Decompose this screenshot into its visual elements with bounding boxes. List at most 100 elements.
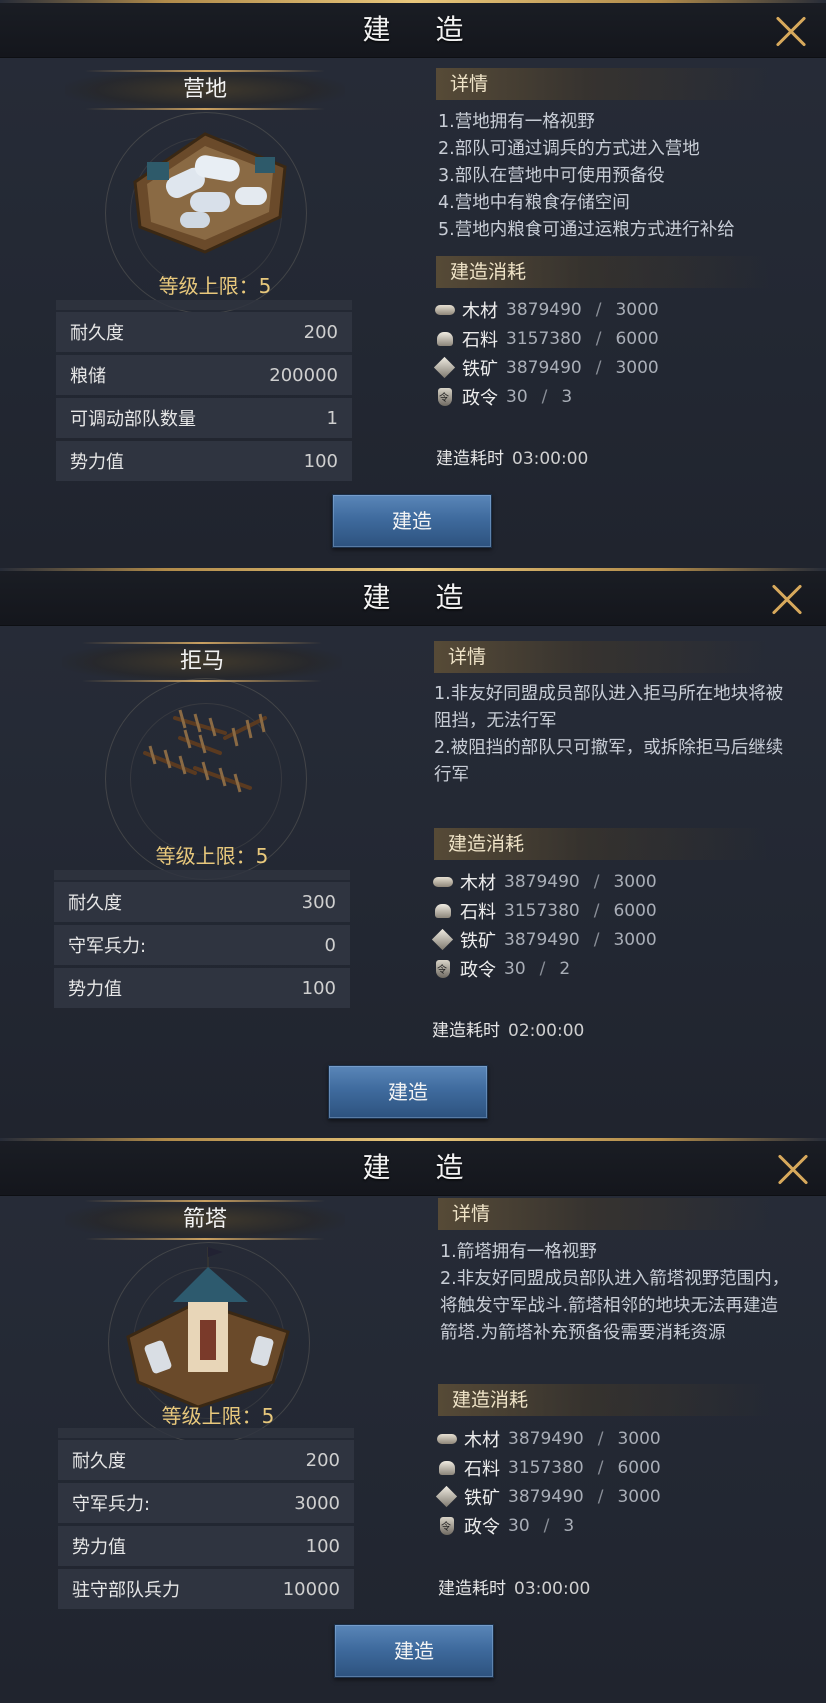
iron-icon	[436, 1487, 460, 1507]
cost-have: 3157380	[506, 328, 582, 349]
level-cap: 等级上限：5	[158, 274, 272, 298]
panel-title: 建 造	[362, 581, 482, 614]
cost-header: 建造消耗	[434, 828, 768, 860]
cost-name: 铁矿	[464, 1487, 500, 1509]
cost-header: 建造消耗	[436, 256, 770, 288]
cost-row: 木材 3879490/3000	[432, 867, 792, 896]
cost-row: 铁矿 3879490/3000	[432, 925, 792, 954]
build-time-label: 建造耗时	[438, 1579, 506, 1599]
build-time: 建造耗时 03:00:00	[436, 444, 588, 469]
detail-line: 1.非友好同盟成员部队进入拒马所在地块将被阻挡，无法行军	[434, 684, 784, 731]
detail-line: 2.被阻挡的部队只可撤军，或拆除拒马后继续行军	[434, 738, 784, 785]
stat-value: 100	[301, 977, 336, 999]
stat-label: 耐久度	[72, 1451, 126, 1472]
cost-have: 3879490	[506, 357, 582, 378]
order-icon	[432, 959, 456, 979]
wood-icon	[432, 872, 456, 892]
cost-header: 建造消耗	[438, 1384, 772, 1416]
stat-label: 势力值	[70, 452, 124, 473]
detail-line: 4.营地中有粮食存储空间	[438, 193, 630, 213]
build-time-value: 03:00:00	[512, 449, 589, 469]
stats-scroll-edge	[58, 1428, 354, 1438]
build-time: 建造耗时 02:00:00	[432, 1016, 584, 1041]
details-header: 详情	[436, 68, 770, 100]
stat-value: 300	[301, 891, 336, 913]
order-icon	[434, 387, 458, 407]
detail-line: 2.非友好同盟成员部队进入箭塔视野范围内，将触发守军战斗.箭塔相邻的地块无法再建…	[440, 1269, 790, 1343]
close-icon[interactable]	[776, 1153, 810, 1187]
cost-row: 木材 3879490/3000	[436, 1424, 796, 1453]
detail-line: 2.部队可通过调兵的方式进入营地	[438, 139, 700, 159]
cost-need: 6000	[617, 1457, 661, 1478]
cost-have: 3879490	[506, 299, 582, 320]
close-icon[interactable]	[774, 15, 808, 49]
level-cap: 等级上限：5	[155, 844, 269, 868]
detail-line: 1.营地拥有一格视野	[438, 112, 595, 132]
build-button[interactable]: 建造	[334, 1624, 494, 1678]
stat-value: 1	[326, 407, 338, 429]
build-time-label: 建造耗时	[436, 449, 504, 469]
stone-icon	[432, 901, 456, 921]
stat-label: 势力值	[68, 979, 122, 1000]
stat-label: 势力值	[72, 1537, 126, 1558]
stats-list: 耐久度 200 守军兵力: 3000 势力值 100 驻守部队兵力 10000	[58, 1428, 354, 1612]
iron-icon	[434, 358, 458, 378]
stat-row: 守军兵力: 0	[54, 925, 350, 965]
cost-name: 铁矿	[462, 358, 498, 380]
stat-row: 势力值 100	[58, 1526, 354, 1566]
cost-name: 木材	[464, 1429, 500, 1451]
cost-list: 木材 3879490/3000 石料 3157380/6000 铁矿 3879490/…	[436, 1424, 796, 1540]
cost-need: 3000	[613, 871, 657, 892]
cost-row: 铁矿 3879490/3000	[436, 1482, 796, 1511]
details-text: 1.非友好同盟成员部队进入拒马所在地块将被阻挡，无法行军 2.被阻挡的部队只可撤…	[434, 681, 784, 789]
detail-line: 5.营地内粮食可通过运粮方式进行补给	[438, 220, 735, 240]
detail-line: 3.部队在营地中可使用预备役	[438, 166, 665, 186]
panel-header: 建 造	[0, 3, 826, 58]
stat-value: 100	[303, 450, 338, 472]
stat-row: 耐久度 300	[54, 882, 350, 922]
cost-have: 3879490	[504, 871, 580, 892]
cost-need: 3000	[617, 1486, 661, 1507]
close-icon[interactable]	[770, 583, 804, 617]
build-time: 建造耗时 03:00:00	[438, 1574, 590, 1599]
stat-label: 守军兵力:	[72, 1494, 151, 1515]
panel-title: 建 造	[362, 13, 482, 46]
cost-name: 政令	[460, 959, 496, 981]
cost-need: 3	[563, 1515, 575, 1536]
stat-value: 200	[303, 321, 338, 343]
stat-value: 200000	[269, 364, 338, 386]
cost-row: 石料 3157380/6000	[432, 896, 792, 925]
cost-row: 石料 3157380/6000	[434, 324, 794, 353]
stat-value: 200	[305, 1449, 340, 1471]
stat-row: 驻守部队兵力 10000	[58, 1569, 354, 1609]
cost-list: 木材 3879490/3000 石料 3157380/6000 铁矿 3879490/…	[432, 867, 792, 983]
wood-icon	[434, 300, 458, 320]
cost-row: 铁矿 3879490/3000	[434, 353, 794, 382]
stat-row: 势力值 100	[54, 968, 350, 1008]
cost-list: 木材 3879490/3000 石料 3157380/6000 铁矿 3879490/…	[434, 295, 794, 411]
stat-value: 3000	[294, 1492, 340, 1514]
stone-icon	[436, 1458, 460, 1478]
build-button[interactable]: 建造	[332, 494, 492, 548]
stat-value: 0	[324, 934, 336, 956]
stats-list: 耐久度 300 守军兵力: 0 势力值 100	[54, 870, 350, 1011]
details-header: 详情	[438, 1198, 772, 1230]
cost-row: 政令30/3	[436, 1511, 796, 1540]
cost-have: 30	[508, 1515, 530, 1536]
cost-name: 石料	[460, 901, 496, 923]
cost-row: 政令30/3	[434, 382, 794, 411]
cost-row: 政令30/2	[432, 954, 792, 983]
cost-name: 木材	[460, 872, 496, 894]
details-text: 1.箭塔拥有一格视野 2.非友好同盟成员部队进入箭塔视野范围内，将触发守军战斗.…	[440, 1239, 795, 1347]
build-button[interactable]: 建造	[328, 1065, 488, 1119]
cost-need: 3000	[615, 299, 659, 320]
arrow-tower-building-image	[88, 1242, 328, 1444]
panel-header: 建 造	[0, 571, 826, 626]
cost-name: 政令	[464, 1516, 500, 1538]
barricade-building-image	[85, 678, 325, 880]
stats-scroll-edge	[56, 300, 352, 310]
stat-value: 10000	[282, 1578, 340, 1600]
stat-row: 粮储 200000	[56, 355, 352, 395]
cost-name: 政令	[462, 387, 498, 409]
panel-title: 建 造	[362, 1151, 482, 1184]
